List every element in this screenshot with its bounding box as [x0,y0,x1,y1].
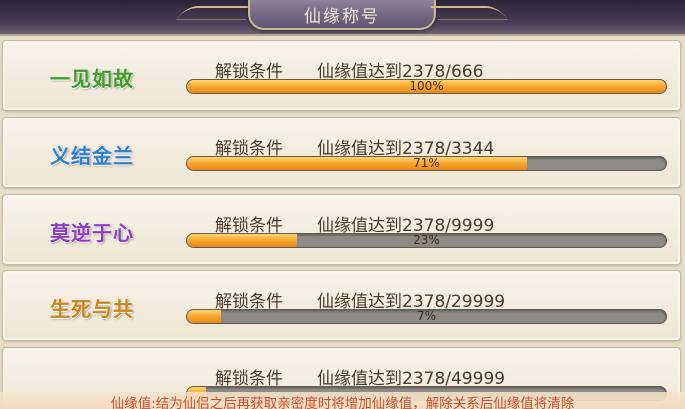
progress-bar: 100% [186,79,667,94]
title-badge: 义结金兰 [33,134,151,174]
progress-bar: 7% [186,309,667,324]
page-title: 仙缘称号 [248,0,436,30]
title-header: 仙缘称号 [0,0,685,36]
title-badge: 生死与共 [33,287,151,327]
title-card[interactable]: 义结金兰 解锁条件 仙缘值达到2378/3344 71% [2,117,681,188]
progress-percent: 23% [413,233,440,247]
title-badge-text: 一见如故 [50,66,134,91]
progress-percent: 71% [413,156,440,170]
title-card[interactable]: 生死与共 解锁条件 仙缘值达到2378/29999 7% [2,270,681,341]
title-list[interactable]: 一见如故 解锁条件 仙缘值达到2378/666 100% 义结金兰 解锁条件 仙缘值达到23… [0,40,685,409]
title-ornament-left [175,6,255,20]
title-badge: 一见如故 [33,57,151,97]
title-card[interactable]: 一见如故 解锁条件 仙缘值达到2378/666 100% [2,40,681,111]
footer-note: 仙缘值:结为仙侣之后再获取亲密度时将增加仙缘值，解除关系后仙缘值将清除 [0,392,685,409]
progress-bar: 23% [186,233,667,248]
title-badge-text: 义结金兰 [50,143,134,168]
progress-percent: 100% [409,79,444,93]
progress-bar: 71% [186,156,667,171]
title-badge-text: 生死与共 [50,296,134,321]
title-card[interactable]: 莫逆于心 解锁条件 仙缘值达到2378/9999 23% [2,194,681,265]
title-badge-text: 莫逆于心 [50,220,134,245]
title-badge: 莫逆于心 [33,211,151,251]
title-ornament-right [429,6,509,20]
progress-percent: 7% [416,309,437,323]
